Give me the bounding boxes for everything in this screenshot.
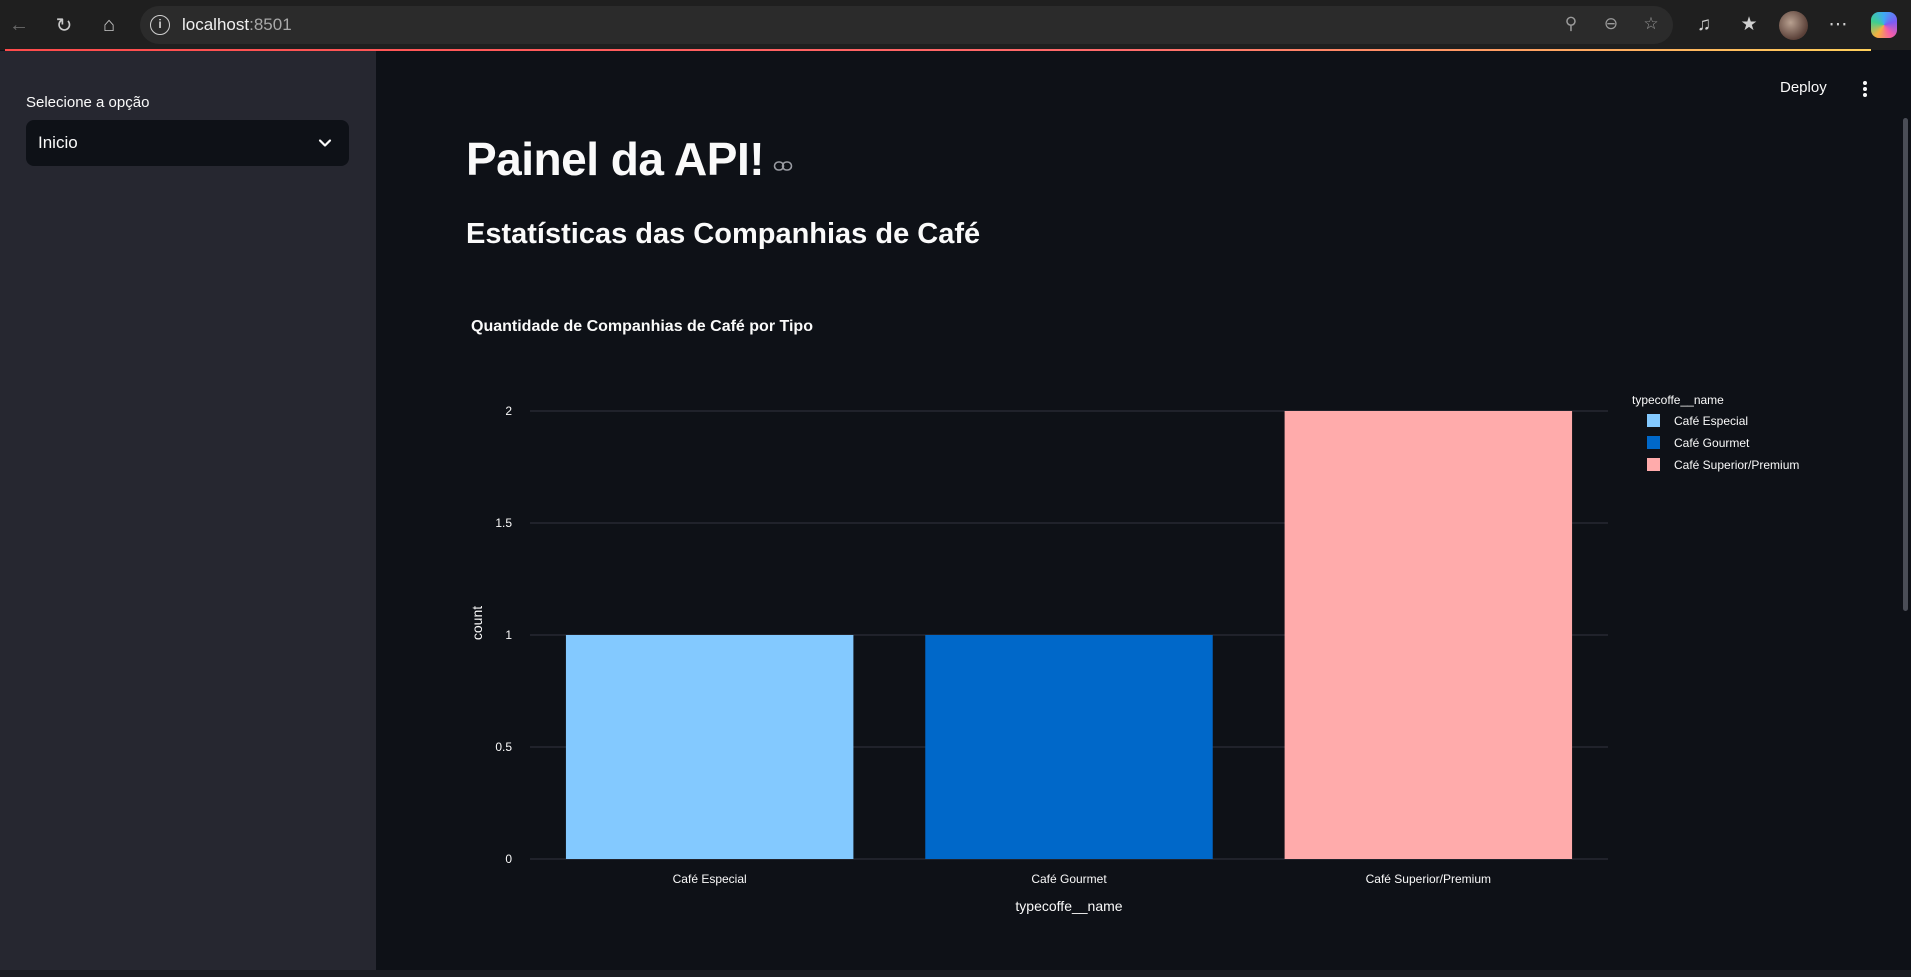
url-text: localhost:8501	[182, 15, 292, 35]
page-subtitle: Estatísticas das Companhias de Café	[466, 218, 981, 250]
anchor-link-icon[interactable]	[773, 156, 793, 176]
copilot-icon[interactable]	[1871, 12, 1897, 38]
profile-avatar[interactable]	[1779, 11, 1808, 40]
select-value: Inicio	[38, 133, 78, 152]
legend-item-label[interactable]: Café Especial	[1674, 414, 1748, 428]
bar-chart: Quantidade de Companhias de Café por Tip…	[469, 318, 1799, 914]
legend-swatch[interactable]	[1647, 414, 1660, 427]
url-port: :8501	[249, 15, 292, 34]
bar[interactable]	[565, 635, 854, 859]
scrollbar[interactable]	[1903, 118, 1908, 611]
y-tick-label: 1.5	[495, 516, 512, 530]
x-tick-label: Café Especial	[673, 872, 747, 886]
url-host: localhost	[182, 15, 250, 34]
y-tick-label: 0.5	[495, 740, 512, 754]
x-axis-label: typecoffe__name	[1015, 898, 1122, 914]
bar[interactable]	[925, 635, 1213, 859]
favorite-star-icon[interactable]: ☆	[1640, 14, 1662, 36]
y-tick-label: 1	[505, 628, 512, 642]
bar[interactable]	[1284, 411, 1573, 859]
y-tick-label: 2	[505, 404, 512, 418]
x-tick-label: Café Superior/Premium	[1366, 872, 1491, 886]
x-tick-label: Café Gourmet	[1031, 872, 1107, 886]
deploy-button[interactable]: Deploy	[1780, 79, 1827, 96]
back-icon[interactable]: ←	[3, 9, 35, 41]
legend-swatch[interactable]	[1647, 458, 1660, 471]
option-select[interactable]: Inicio	[26, 120, 349, 166]
media-icon[interactable]: ♫	[1690, 11, 1718, 39]
y-axis-label: count	[469, 606, 485, 640]
favorites-icon[interactable]: ★	[1735, 11, 1763, 39]
y-tick-label: 0	[505, 852, 512, 866]
home-icon[interactable]: ⌂	[93, 9, 125, 41]
page-title: Painel da API!	[466, 133, 765, 185]
legend-title: typecoffe__name	[1632, 393, 1724, 407]
chevron-down-icon	[318, 139, 332, 147]
address-bar[interactable]: i localhost:8501 ⚲ ⊖ ☆	[140, 6, 1673, 44]
legend-item-label[interactable]: Café Superior/Premium	[1674, 458, 1799, 472]
reload-icon[interactable]: ↻	[48, 9, 80, 41]
sidebar	[0, 51, 376, 977]
legend-item-label[interactable]: Café Gourmet	[1674, 436, 1750, 450]
select-label: Selecione a opção	[26, 94, 150, 111]
more-icon[interactable]: ⋯	[1824, 11, 1852, 39]
legend-swatch[interactable]	[1647, 436, 1660, 449]
zoom-out-icon[interactable]: ⊖	[1600, 14, 1622, 36]
site-info-icon[interactable]: i	[150, 15, 170, 35]
key-icon[interactable]: ⚲	[1560, 14, 1582, 36]
main-menu-icon[interactable]	[1860, 79, 1870, 99]
window-bottom-edge	[0, 970, 1911, 977]
browser-toolbar: ← ↻ ⌂ i localhost:8501 ⚲ ⊖ ☆ ♫ ★ ⋯	[0, 0, 1911, 50]
chart-title: Quantidade de Companhias de Café por Tip…	[471, 318, 813, 335]
